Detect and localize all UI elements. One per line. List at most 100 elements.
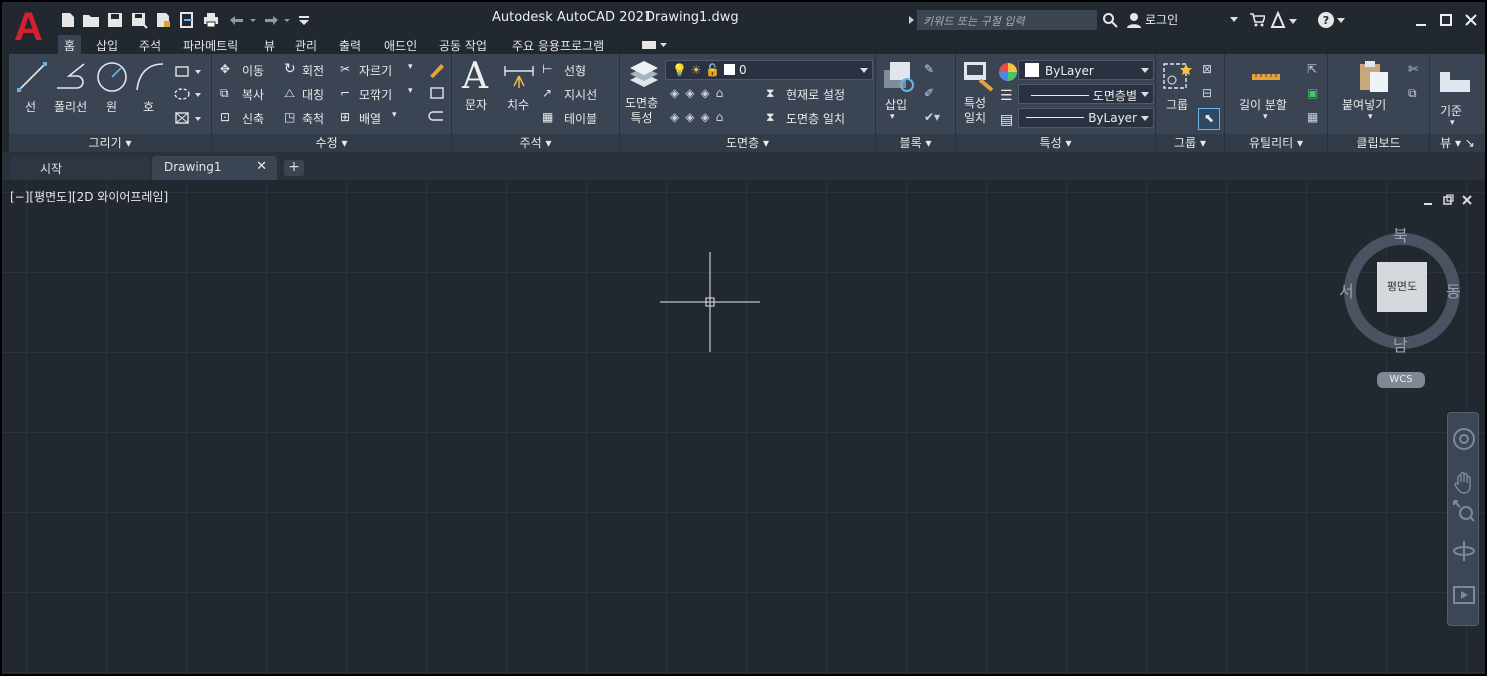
modify-extra-icons[interactable] [427,60,447,126]
polyline-button[interactable]: 폴리선 [54,98,87,115]
tab-insert[interactable]: 삽입 [90,35,124,56]
group-edit-icon[interactable]: ⊟ [1202,86,1212,100]
print-icon[interactable] [202,11,220,29]
quick-select-icon[interactable]: ⇱ [1307,62,1317,76]
chevron-down-icon[interactable] [1230,17,1238,23]
paste-button[interactable]: 붙여넣기 [1342,96,1386,113]
autodesk-app-icon[interactable] [1270,11,1298,29]
edit-block-icon[interactable]: ✐ [924,86,934,100]
viewcube[interactable]: 북 남 동 서 평면도 WCS [1337,222,1467,392]
expand-arrow-icon[interactable] [907,16,915,24]
copy-clip-icon[interactable]: ⧉ [1408,86,1417,101]
circle-button[interactable]: 원 [106,98,117,115]
help-icon[interactable]: ? [1317,11,1347,29]
annotation-panel-title[interactable]: 주석 ▾ [452,134,619,152]
tab-drawing1[interactable]: Drawing1 ✕ [152,156,277,180]
user-icon[interactable] [1126,12,1142,28]
draw-panel-title[interactable]: 그리기 ▾ [9,134,211,152]
stretch-button[interactable]: 신축 [242,110,264,127]
compass-west[interactable]: 서 [1339,278,1354,302]
redo-icon[interactable] [260,11,290,29]
layers-panel-title[interactable]: 도면층 ▾ [620,134,875,152]
measure-icon[interactable] [1251,68,1281,84]
block-attribute-icon[interactable]: ✔▾ [924,110,940,124]
view-panel-title[interactable]: 뷰 ▾ ↘ [1430,134,1485,152]
insert-dropdown-icon[interactable]: ▾ [890,112,895,122]
linear-dim-button[interactable]: 선형 [564,62,586,79]
divide-button[interactable]: 길이 분할 [1239,96,1287,113]
base-view-button[interactable]: 기준 [1440,102,1462,119]
circle-icon[interactable] [95,60,129,94]
open-folder-icon[interactable] [82,11,100,29]
tab-manage[interactable]: 관리 [289,35,323,56]
arc-icon[interactable] [133,60,167,94]
drawing-canvas[interactable]: [−][평면도][2D 와이어프레임] 북 남 동 서 평면도 WCS [2,182,1485,674]
color-dropdown[interactable]: ByLayer [1018,60,1154,80]
calculator-icon[interactable]: ▦ [1307,110,1318,124]
customize-qat-icon[interactable] [296,11,314,29]
undo-icon[interactable] [226,11,256,29]
viewcube-top-face[interactable]: 평면도 [1377,262,1427,312]
compass-south[interactable]: 남 [1393,332,1408,356]
save-icon[interactable] [106,11,124,29]
viewport-window-controls[interactable] [1422,194,1482,206]
tab-view[interactable]: 뷰 [258,35,281,56]
tab-addins[interactable]: 애드인 [378,35,423,56]
save-as-icon[interactable] [130,11,148,29]
array-dropdown-icon[interactable]: ▾ [392,110,397,120]
search-icon[interactable] [1102,12,1118,28]
paste-icon[interactable] [1358,60,1390,94]
mirror-button[interactable]: 대칭 [302,86,324,103]
table-button[interactable]: 테이블 [564,110,597,127]
modify-panel-title[interactable]: 수정 ▾ [212,134,451,152]
match-layer-button[interactable]: 도면층 일치 [786,110,845,127]
text-button[interactable]: 문자 [465,96,487,113]
ungroup-icon[interactable]: ⊠ [1202,62,1212,76]
minimize-icon[interactable] [1414,13,1428,27]
clipboard-panel-title[interactable]: 클립보드 [1328,134,1429,152]
properties-panel-title[interactable]: 특성 ▾ [956,134,1155,152]
group-icon[interactable] [1162,60,1194,92]
fillet-button[interactable]: 모깎기 [359,86,392,103]
close-icon[interactable] [1464,13,1478,27]
text-icon[interactable]: A [462,56,488,97]
array-button[interactable]: 배열 [359,110,381,127]
layer-tools-row1-icons[interactable]: ◈◈◈⌂ [670,86,729,100]
share-icon[interactable] [178,11,196,29]
new-file-icon[interactable] [59,11,77,29]
search-input[interactable]: 키워드 또는 구절 입력 [917,10,1097,30]
viewport-controls-label[interactable]: [−][평면도][2D 와이어프레임] [10,188,168,205]
scale-button[interactable]: 축척 [302,110,324,127]
ribbon-toggle-icon[interactable] [642,40,668,50]
color-wheel-icon[interactable] [998,62,1018,82]
paste-dropdown-icon[interactable]: ▾ [1368,112,1373,122]
groups-panel-title[interactable]: 그룹 ▾ [1156,134,1224,152]
tab-featured-apps[interactable]: 주요 응용프로그램 [506,35,610,56]
layer-properties-icon[interactable] [628,60,660,92]
compass-east[interactable]: 동 [1446,278,1461,302]
line-button[interactable]: 선 [25,98,36,115]
maximize-icon[interactable] [1439,13,1453,27]
cut-icon[interactable]: ✄ [1408,62,1418,76]
block-panel-title[interactable]: 블록 ▾ [876,134,955,152]
match-properties-button[interactable]: 특성 일치 [964,96,986,126]
new-tab-button[interactable]: + [284,160,304,176]
copy-button[interactable]: 복사 [242,86,264,103]
pan-hand-icon[interactable] [1452,471,1476,495]
showmotion-icon[interactable] [1452,583,1476,607]
insert-button[interactable]: 삽입 [885,96,907,113]
draw-tools-icon[interactable] [172,62,204,126]
trim-button[interactable]: 자르기 [359,62,392,79]
tab-start[interactable]: 시작 [10,156,150,180]
layer-tools-row2-icons[interactable]: ◈◈◈⌂ [670,110,729,124]
linetype-dropdown[interactable]: 도면층별 [1018,84,1154,104]
lineweight-dropdown[interactable]: ByLayer [1018,108,1154,128]
layer-dropdown[interactable]: 💡 ☀ 🔓 0 [665,60,873,80]
login-button[interactable]: 로그인 [1145,11,1178,28]
fillet-dropdown-icon[interactable]: ▾ [408,86,413,96]
rotate-button[interactable]: 회전 [302,62,324,79]
group-button[interactable]: 그룹 [1166,96,1188,113]
set-current-button[interactable]: 현재로 설정 [786,86,845,103]
dimension-button[interactable]: 치수 [507,96,529,113]
move-button[interactable]: 이동 [242,62,264,79]
